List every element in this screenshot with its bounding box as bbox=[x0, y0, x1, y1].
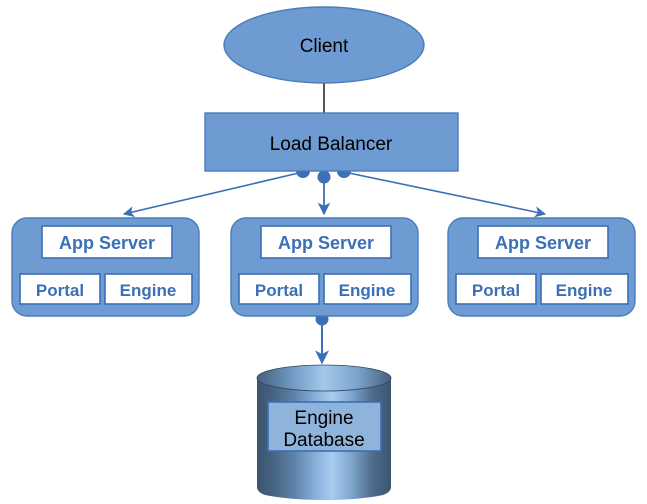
client-label: Client bbox=[300, 36, 349, 57]
app-server-3-label: App Server bbox=[495, 233, 591, 253]
app-server-3-portal-label: Portal bbox=[472, 281, 520, 300]
connector-dot-middle bbox=[317, 170, 331, 184]
node-app-server-3[interactable]: App Server Portal Engine bbox=[447, 217, 636, 317]
connector-load-balancer-to-app-server-2 bbox=[317, 170, 331, 216]
node-app-server-2[interactable]: App Server Portal Engine bbox=[230, 217, 419, 317]
node-app-server-1[interactable]: App Server Portal Engine bbox=[11, 217, 200, 317]
node-client[interactable]: Client bbox=[223, 6, 425, 84]
node-load-balancer[interactable]: Load Balancer bbox=[204, 112, 459, 172]
load-balancer-label: Load Balancer bbox=[270, 134, 393, 155]
app-server-1-label: App Server bbox=[59, 233, 155, 253]
app-server-1-engine-label: Engine bbox=[120, 281, 177, 300]
architecture-diagram-canvas: Client Load Balancer App Server Portal E… bbox=[0, 0, 647, 504]
node-engine-database[interactable]: Engine Database bbox=[256, 364, 392, 500]
app-server-3-engine-label: Engine bbox=[556, 281, 613, 300]
app-server-1-portal-label: Portal bbox=[36, 281, 84, 300]
architecture-diagram: Client Load Balancer App Server Portal E… bbox=[11, 6, 636, 500]
app-server-2-portal-label: Portal bbox=[255, 281, 303, 300]
database-label-line2: Database bbox=[283, 430, 364, 451]
database-cylinder-cap bbox=[256, 364, 392, 392]
database-label-line1: Engine bbox=[294, 408, 353, 429]
app-server-2-label: App Server bbox=[278, 233, 374, 253]
connector-app-server-to-database bbox=[315, 312, 329, 365]
app-server-2-engine-label: Engine bbox=[339, 281, 396, 300]
